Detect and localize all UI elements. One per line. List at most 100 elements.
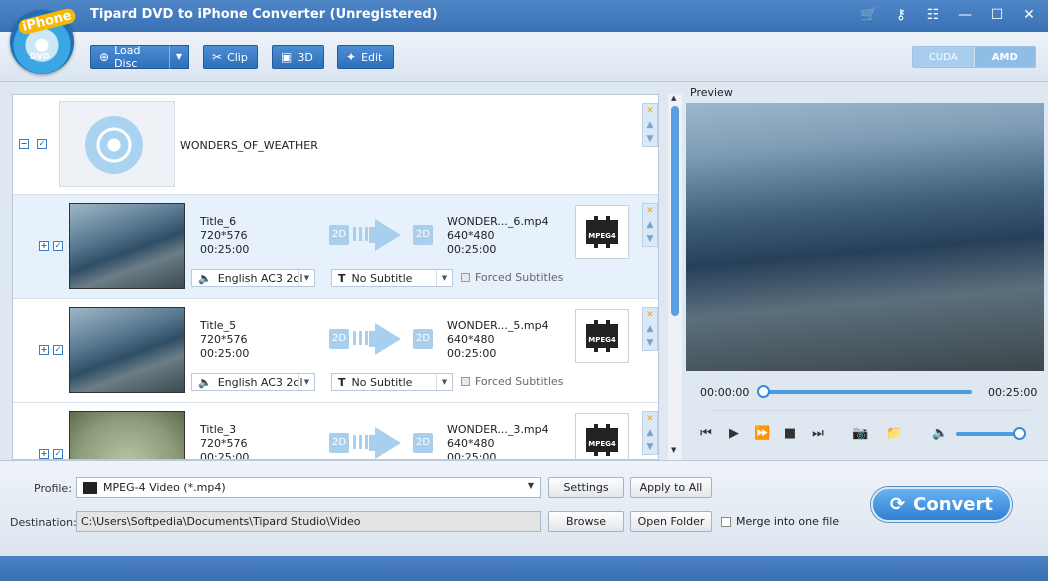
move-down-icon[interactable]: ▼ [643,232,657,246]
title-row[interactable]: + ✓ Title_5 720*576 00:25:00 2D 2D WONDE… [13,299,658,403]
key-icon[interactable]: ⚷ [892,6,910,24]
load-disc-dropdown[interactable]: ▼ [169,45,189,69]
refresh-icon: ⟳ [890,494,906,515]
seek-bar[interactable] [762,390,972,394]
remove-icon[interactable]: ✕ [643,204,657,218]
row-controls[interactable]: ✕ ▲ ▼ [642,411,658,455]
window-title: Tipard DVD to iPhone Converter (Unregist… [90,7,438,22]
source-2d-badge: 2D [329,433,349,453]
chevron-down-icon: ▼ [527,481,534,490]
open-folder-button[interactable]: Open Folder [630,511,712,532]
previous-icon[interactable]: ⏮ [698,426,714,442]
scroll-thumb[interactable] [671,106,679,316]
next-icon[interactable]: ⏭ [810,426,826,442]
settings-button[interactable]: Settings [548,477,624,498]
title-duration: 00:25:00 [200,347,250,360]
3d-button[interactable]: ▣ 3D [272,45,324,69]
move-up-icon[interactable]: ▲ [643,118,657,132]
3d-icon: ▣ [281,50,293,64]
move-up-icon[interactable]: ▲ [643,218,657,232]
titlebar-controls: 🛒 ⚷ ☷ — ☐ ✕ [860,6,1038,24]
preview-video [686,103,1044,371]
row-controls[interactable]: ✕ ▲ ▼ [642,103,658,147]
seek-knob[interactable] [757,385,770,398]
fast-forward-icon[interactable]: ⏩ [754,426,770,442]
minimize-icon[interactable]: — [956,6,974,24]
profile-select[interactable]: MPEG-4 Video (*.mp4) ▼ [76,477,541,498]
edit-button[interactable]: ✦ Edit [337,45,394,69]
disc-checkbox[interactable]: ✓ [37,139,47,149]
destination-field[interactable]: C:\Users\Softpedia\Documents\Tipard Stud… [76,511,541,532]
list-scrollbar[interactable]: ▲ ▼ [668,94,682,460]
move-down-icon[interactable]: ▼ [643,132,657,146]
output-format-button[interactable]: MPEG4 [575,309,629,363]
title-checkbox[interactable]: ✓ [53,345,63,355]
title-row[interactable]: + ✓ Title_6 720*576 00:25:00 2D 2D WONDE… [13,195,658,299]
apply-to-all-button[interactable]: Apply to All [630,477,712,498]
title-checkbox[interactable]: ✓ [53,449,63,459]
row-controls[interactable]: ✕ ▲ ▼ [642,307,658,351]
stop-icon[interactable]: ■ [782,426,798,442]
merge-label: Merge into one file [736,515,840,528]
remove-icon[interactable]: ✕ [643,308,657,322]
scroll-up-icon[interactable]: ▲ [671,94,676,102]
merge-checkbox[interactable]: Merge into one file [721,515,839,528]
move-down-icon[interactable]: ▼ [643,336,657,350]
speaker-icon: 🔈 [198,271,212,285]
output-info: WONDER..._3.mp4 640*480 00:25:00 [447,423,549,460]
expand-toggle[interactable]: + [39,241,49,251]
forced-subtitles-checkbox[interactable]: Forced Subtitles [461,375,563,388]
output-duration: 00:25:00 [447,451,497,460]
move-up-icon[interactable]: ▲ [643,322,657,336]
output-duration: 00:25:00 [447,243,497,256]
remove-icon[interactable]: ✕ [643,104,657,118]
expand-toggle[interactable]: + [39,449,49,459]
browse-button[interactable]: Browse [548,511,624,532]
source-info: Title_3 720*576 00:25:00 [200,423,249,459]
snapshot-icon[interactable]: 📷 [852,426,868,442]
volume-icon[interactable]: 🔈 [932,426,948,442]
register-icon[interactable]: ☷ [924,6,942,24]
convert-label: Convert [913,494,993,515]
cuda-badge[interactable]: CUDA [913,47,974,67]
amd-badge[interactable]: AMD [973,47,1035,67]
play-icon[interactable]: ▶ [726,426,742,442]
remove-icon[interactable]: ✕ [643,412,657,426]
disc-row[interactable]: − ✓ WONDERS_OF_WEATHER ✕ ▲ ▼ [13,95,658,195]
close-icon[interactable]: ✕ [1020,6,1038,24]
convert-button[interactable]: ⟳ Convert [871,487,1012,522]
audio-track-select[interactable]: 🔈 English AC3 2cl ▼ [191,373,315,391]
convert-arrow-icon [375,219,401,251]
title-name: Title_5 [200,319,237,332]
volume-knob[interactable] [1013,427,1026,440]
maximize-icon[interactable]: ☐ [988,6,1006,24]
subtitle-value: No Subtitle [351,271,413,285]
output-format-button[interactable]: MPEG4 [575,205,629,259]
checkbox-box[interactable] [461,273,470,282]
mpeg4-film-icon: MPEG4 [586,320,618,352]
preview-label: Preview [690,86,733,99]
output-format-button[interactable]: MPEG4 [575,413,629,459]
subtitle-select[interactable]: T No Subtitle ▼ [331,373,453,391]
cart-icon[interactable]: 🛒 [860,6,878,24]
title-row[interactable]: + ✓ Title_3 720*576 00:25:00 2D 2D WONDE… [13,403,658,460]
expand-toggle[interactable]: + [39,345,49,355]
scroll-down-icon[interactable]: ▼ [671,446,676,454]
collapse-toggle[interactable]: − [19,139,29,149]
forced-subtitles-checkbox[interactable]: Forced Subtitles [461,271,563,284]
row-controls[interactable]: ✕ ▲ ▼ [642,203,658,247]
folder-icon[interactable]: 📁 [886,426,902,442]
title-resolution: 720*576 [200,437,248,450]
clip-button[interactable]: ✂ Clip [203,45,258,69]
audio-track-select[interactable]: 🔈 English AC3 2cl ▼ [191,269,315,287]
move-up-icon[interactable]: ▲ [643,426,657,440]
output-info: WONDER..._6.mp4 640*480 00:25:00 [447,215,549,257]
subtitle-select[interactable]: T No Subtitle ▼ [331,269,453,287]
move-down-icon[interactable]: ▼ [643,440,657,454]
checkbox-box[interactable] [721,516,731,527]
title-checkbox[interactable]: ✓ [53,241,63,251]
chevron-down-icon: ▼ [436,270,452,286]
forced-subtitles-label: Forced Subtitles [475,375,564,388]
load-disc-button[interactable]: ⊕ Load Disc [90,44,170,70]
checkbox-box[interactable] [461,377,470,386]
